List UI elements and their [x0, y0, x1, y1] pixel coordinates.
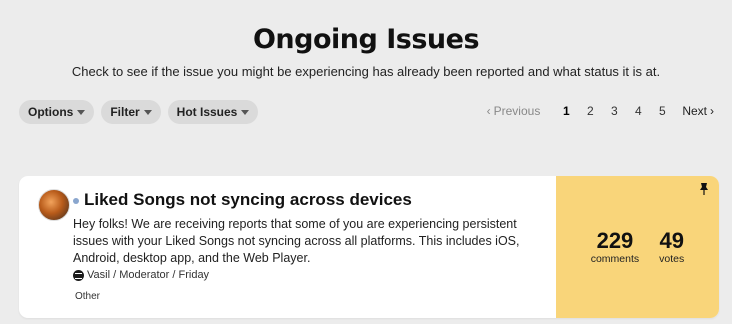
comments-stat: 229 comments: [590, 228, 640, 266]
chevron-right-icon: ›: [710, 104, 714, 118]
pagination: ‹ Previous 1 2 3 4 5 Next ›: [487, 104, 714, 118]
issue-meta: Vasil / Moderator / Friday: [73, 269, 209, 281]
votes-label: votes: [659, 253, 685, 265]
next-page-button[interactable]: Next ›: [682, 104, 714, 118]
issue-card[interactable]: Liked Songs not syncing across devices H…: [19, 176, 719, 318]
comments-label: comments: [590, 253, 640, 265]
issue-stats: 229 comments 49 votes: [556, 176, 719, 318]
caret-down-icon: [143, 110, 152, 115]
issue-body: Hey folks! We are receiving reports that…: [73, 217, 520, 265]
issue-title[interactable]: Liked Songs not syncing across devices: [84, 190, 412, 210]
page-link-2[interactable]: 2: [578, 104, 602, 118]
pin-icon: [700, 183, 708, 195]
unread-dot-icon: [73, 198, 79, 204]
hot-issues-dropdown[interactable]: Hot Issues: [167, 100, 259, 124]
caret-down-icon: [77, 110, 86, 115]
filter-dropdown[interactable]: Filter: [101, 100, 161, 124]
issue-author[interactable]: Vasil / Moderator / Friday: [87, 269, 209, 281]
filter-controls: Options Filter Hot Issues: [19, 100, 259, 124]
options-dropdown[interactable]: Options: [19, 100, 95, 124]
filter-label: Filter: [110, 105, 140, 119]
issue-content: Liked Songs not syncing across devices H…: [19, 176, 556, 318]
page-subtitle: Check to see if the issue you might be e…: [71, 64, 661, 79]
spotify-icon: [73, 269, 84, 281]
page-link-5[interactable]: 5: [650, 104, 674, 118]
previous-label: Previous: [493, 104, 541, 118]
caret-down-icon: [241, 110, 250, 115]
avatar[interactable]: [38, 189, 70, 221]
chevron-left-icon: ‹: [486, 104, 491, 118]
page-link-4[interactable]: 4: [626, 104, 650, 118]
options-label: Options: [28, 105, 74, 119]
page-title: Ongoing Issues: [252, 24, 480, 55]
page-link-1[interactable]: 1: [554, 104, 578, 118]
page-link-3[interactable]: 3: [602, 104, 626, 118]
next-label: Next: [682, 104, 707, 118]
issue-tag[interactable]: Other: [75, 291, 100, 302]
votes-stat: 49 votes: [659, 228, 685, 266]
comments-count: 229: [596, 228, 634, 253]
previous-page-button[interactable]: ‹ Previous: [487, 104, 541, 118]
hot-issues-label: Hot Issues: [176, 105, 238, 119]
votes-count: 49: [659, 228, 684, 253]
